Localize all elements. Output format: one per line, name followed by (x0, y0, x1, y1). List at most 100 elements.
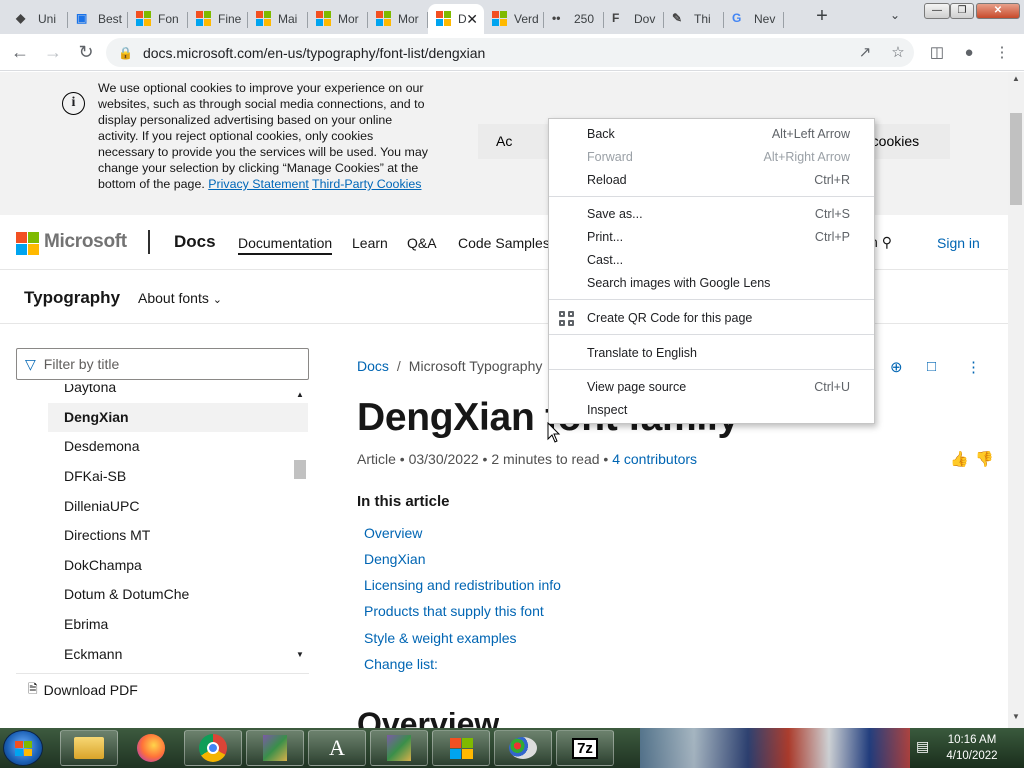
toc-item[interactable]: Desdemona (64, 438, 140, 454)
menu-item-forward[interactable]: Forward Alt+Right Arrow (549, 146, 874, 168)
menu-item-qr-code[interactable]: Create QR Code for this page (549, 307, 874, 329)
menu-item-translate[interactable]: Translate to English (549, 342, 874, 364)
file-explorer-icon[interactable] (60, 730, 118, 766)
font-tool-icon[interactable]: A (308, 730, 366, 766)
tab[interactable]: ▣ Best (68, 4, 128, 34)
tab[interactable]: Mai (248, 4, 308, 34)
start-button[interactable] (3, 730, 43, 766)
toc-item[interactable]: Dotum & DotumChe (64, 586, 189, 602)
nav-learn[interactable]: Learn (352, 235, 388, 251)
forward-arrow-icon[interactable]: → (42, 42, 64, 64)
docs-home-link[interactable]: Docs (174, 232, 216, 252)
profile-avatar-icon[interactable]: ● (959, 43, 979, 63)
scroll-up-arrow-icon[interactable]: ▲ (296, 390, 304, 399)
nav-code-samples[interactable]: Code Samples (458, 235, 550, 251)
chrome-icon[interactable] (184, 730, 242, 766)
tab-close-icon[interactable]: ✕ (466, 11, 478, 28)
article-link-change-list[interactable]: Change list: (364, 656, 438, 672)
article-link-overview[interactable]: Overview (364, 525, 422, 541)
section-title[interactable]: Typography (24, 288, 120, 308)
page-scroll-thumb[interactable] (1010, 113, 1022, 205)
menu-item-cast[interactable]: Cast... (549, 249, 874, 271)
page-scroll-down-icon[interactable]: ▼ (1012, 712, 1020, 721)
article-link-dengxian[interactable]: DengXian (364, 551, 426, 567)
back-arrow-icon[interactable]: ← (9, 42, 31, 64)
address-bar[interactable]: 🔒 docs.microsoft.com/en-us/typography/fo… (106, 38, 914, 67)
archive-icon[interactable] (246, 730, 304, 766)
microsoft-wordmark[interactable]: Microsoft (44, 231, 127, 253)
tab-search-chevron-icon[interactable]: ⌄ (890, 8, 908, 22)
7zip-icon[interactable]: 7z (556, 730, 614, 766)
bookmark-star-icon[interactable]: ☆ (888, 43, 908, 63)
toc-item[interactable]: DilleniaUPC (64, 498, 139, 514)
toc-item[interactable]: Daytona (64, 384, 116, 395)
window-close-button[interactable]: ✕ (976, 3, 1020, 19)
breadcrumb-docs[interactable]: Docs (357, 358, 389, 374)
microsoft-logo-icon[interactable] (16, 232, 39, 255)
windows-taskbar: A 7z ▤ 10:16 AM 4/10/2022 (0, 728, 1024, 768)
tab[interactable]: G Nev (724, 4, 784, 34)
toc-item[interactable]: Directions MT (64, 527, 150, 543)
toc-item[interactable]: DFKai-SB (64, 468, 126, 484)
tab[interactable]: F Dov (604, 4, 664, 34)
add-collection-icon[interactable]: ⊕ (890, 358, 903, 376)
menu-item-save-as[interactable]: Save as... Ctrl+S (549, 203, 874, 225)
article-link-style-weight[interactable]: Style & weight examples (364, 630, 517, 646)
toc-item[interactable]: DokChampa (64, 557, 142, 573)
tab-active[interactable]: D ✕ (428, 4, 484, 34)
tab[interactable]: Fon (128, 4, 188, 34)
menu-item-view-source[interactable]: View page source Ctrl+U (549, 376, 874, 398)
clock[interactable]: 10:16 AM 4/10/2022 (944, 732, 1000, 764)
article-link-products[interactable]: Products that supply this font (364, 603, 544, 619)
toc-item-selected[interactable]: DengXian (64, 409, 129, 425)
menu-item-back[interactable]: Back Alt+Left Arrow (549, 123, 874, 145)
tab[interactable]: Verd (484, 4, 544, 34)
firefox-icon[interactable] (122, 730, 180, 766)
about-fonts-dropdown[interactable]: About fonts ⌄ (138, 290, 222, 306)
tab[interactable]: ◆ Uni (8, 4, 68, 34)
more-actions-icon[interactable]: ⋮ (966, 358, 981, 376)
network-icon[interactable]: ▤ (916, 738, 929, 755)
paint-icon[interactable] (494, 730, 552, 766)
minimize-button[interactable]: — (924, 3, 950, 19)
side-panel-icon[interactable]: ◫ (927, 43, 947, 63)
reload-icon[interactable]: ↻ (75, 42, 97, 64)
nav-qa[interactable]: Q&A (407, 235, 437, 251)
download-pdf-button[interactable]: 🗎 Download PDF (16, 673, 309, 706)
thumbs-down-icon[interactable]: 👎 (975, 450, 994, 468)
restore-button[interactable]: ❐ (950, 3, 974, 19)
contributors-link[interactable]: 4 contributors (612, 451, 697, 467)
article-link-licensing[interactable]: Licensing and redistribution info (364, 577, 561, 593)
third-party-cookies-link[interactable]: Third-Party Cookies (312, 177, 421, 191)
feedback-icon[interactable]: □ (927, 358, 936, 375)
tab[interactable]: •• 250 (544, 4, 604, 34)
menu-item-google-lens[interactable]: Search images with Google Lens (549, 272, 874, 294)
filter-input[interactable]: ▽ Filter by title (16, 348, 309, 380)
menu-item-reload[interactable]: Reload Ctrl+R (549, 169, 874, 191)
archive-icon[interactable] (370, 730, 428, 766)
page-scroll-up-icon[interactable]: ▲ (1012, 74, 1020, 83)
toc-scrollbar[interactable]: ▲ ▼ (292, 390, 309, 666)
tab[interactable]: Mor (308, 4, 368, 34)
scroll-down-arrow-icon[interactable]: ▼ (296, 650, 304, 659)
windows-icon[interactable] (432, 730, 490, 766)
privacy-statement-link[interactable]: Privacy Statement (208, 177, 309, 191)
browser-menu-icon[interactable]: ⋮ (992, 43, 1012, 63)
menu-item-print[interactable]: Print... Ctrl+P (549, 226, 874, 248)
tab-title: Mor (338, 12, 359, 26)
new-tab-button[interactable]: + (812, 6, 832, 28)
toc-item[interactable]: Eckmann (64, 646, 122, 662)
nav-documentation[interactable]: Documentation (238, 235, 333, 255)
sign-in-link[interactable]: Sign in (937, 235, 980, 251)
tab-title: 250 (574, 12, 595, 26)
menu-item-inspect[interactable]: Inspect (549, 399, 874, 421)
toc-item[interactable]: Ebrima (64, 616, 108, 632)
toc-scroll-thumb[interactable] (294, 460, 306, 479)
thumbs-up-icon[interactable]: 👍 (950, 450, 969, 468)
breadcrumb-typography[interactable]: Microsoft Typography (409, 358, 543, 374)
tab[interactable]: ✎ Thi (664, 4, 724, 34)
share-icon[interactable]: ↗ (855, 43, 875, 63)
accept-cookies-button[interactable]: Ac (478, 124, 558, 159)
tab[interactable]: Mor (368, 4, 428, 34)
tab[interactable]: Fine (188, 4, 248, 34)
